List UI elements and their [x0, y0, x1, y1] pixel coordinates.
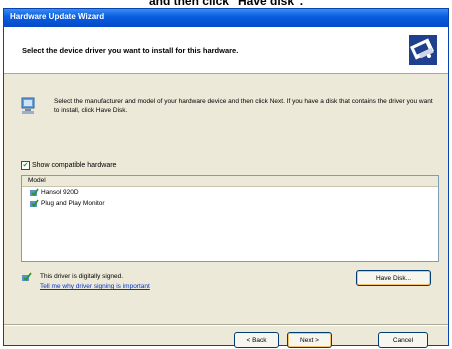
cancel-button[interactable]: Cancel [378, 332, 428, 348]
signed-driver-icon [22, 272, 32, 282]
hardware-wizard-icon [409, 35, 437, 65]
driver-icon [30, 199, 39, 208]
signature-status: This driver is digitally signed. [40, 273, 124, 280]
driver-icon [30, 188, 39, 197]
model-item-label: Hansol 920D [41, 189, 79, 196]
wizard-body: Select the manufacturer and model of you… [4, 74, 448, 348]
list-item[interactable]: Hansol 920D [22, 187, 438, 198]
window-title: Hardware Update Wizard [10, 12, 105, 21]
show-compatible-label[interactable]: Show compatible hardware [32, 162, 116, 169]
instruction-caption: and then click "Have disk". [148, 0, 304, 8]
button-divider [4, 324, 448, 326]
hardware-update-wizard-window: Hardware Update Wizard Select the device… [3, 8, 449, 348]
driver-signing-link[interactable]: Tell me why driver signing is important [40, 282, 150, 292]
model-column-header[interactable]: Model [22, 176, 438, 187]
show-compatible-checkbox[interactable]: ✔ [21, 160, 30, 170]
wizard-header: Select the device driver you want to ins… [4, 27, 448, 74]
page-headline: Select the device driver you want to ins… [22, 46, 239, 55]
have-disk-button[interactable]: Have Disk... [356, 270, 431, 286]
model-list[interactable]: Model Hansol 920D Plug and Play Monitor [21, 175, 439, 262]
instruction-text: Select the manufacturer and model of you… [54, 98, 433, 114]
list-item[interactable]: Plug and Play Monitor [22, 198, 438, 209]
monitor-icon [21, 97, 35, 114]
show-compatible-checkbox-row[interactable]: ✔ Show compatible hardware [21, 160, 116, 170]
next-button[interactable]: Next > [287, 332, 332, 348]
model-item-label: Plug and Play Monitor [41, 200, 105, 207]
title-bar[interactable]: Hardware Update Wizard [4, 9, 448, 27]
back-button[interactable]: < Back [234, 332, 279, 348]
signature-info: This driver is digitally signed. Tell me… [21, 272, 150, 292]
